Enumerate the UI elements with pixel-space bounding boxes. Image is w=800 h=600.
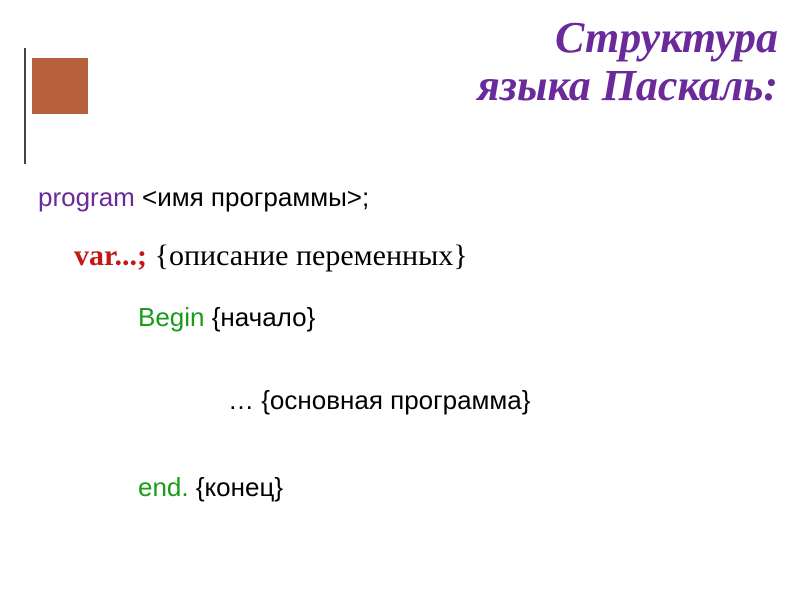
code-structure: program <имя программы>; var...; {описан… xyxy=(38,180,770,526)
keyword-var: var...; xyxy=(74,239,147,272)
body-line: … {основная программа} xyxy=(228,384,770,418)
end-line: end. {конец} xyxy=(138,470,770,506)
keyword-end: end. xyxy=(138,472,189,502)
program-placeholder: <имя программы>; xyxy=(135,182,369,212)
decoration-square xyxy=(32,58,88,114)
slide-title: Структура языка Паскаль: xyxy=(477,14,778,111)
program-line: program <имя программы>; xyxy=(38,180,770,216)
body-ellipsis: … xyxy=(228,385,261,415)
slide-decoration xyxy=(24,48,88,164)
title-line-1: Структура xyxy=(477,14,778,62)
keyword-begin: Begin xyxy=(138,302,205,332)
title-line-2: языка Паскаль: xyxy=(477,62,778,110)
begin-comment: {начало} xyxy=(205,302,316,332)
decoration-line xyxy=(24,48,26,164)
var-comment: {описание переменных} xyxy=(147,239,468,272)
end-comment: {конец} xyxy=(189,472,283,502)
keyword-program: program xyxy=(38,182,135,212)
body-comment: {основная программа} xyxy=(261,385,530,415)
var-line: var...; {описание переменных} xyxy=(74,236,770,275)
begin-line: Begin {начало} xyxy=(138,300,770,336)
